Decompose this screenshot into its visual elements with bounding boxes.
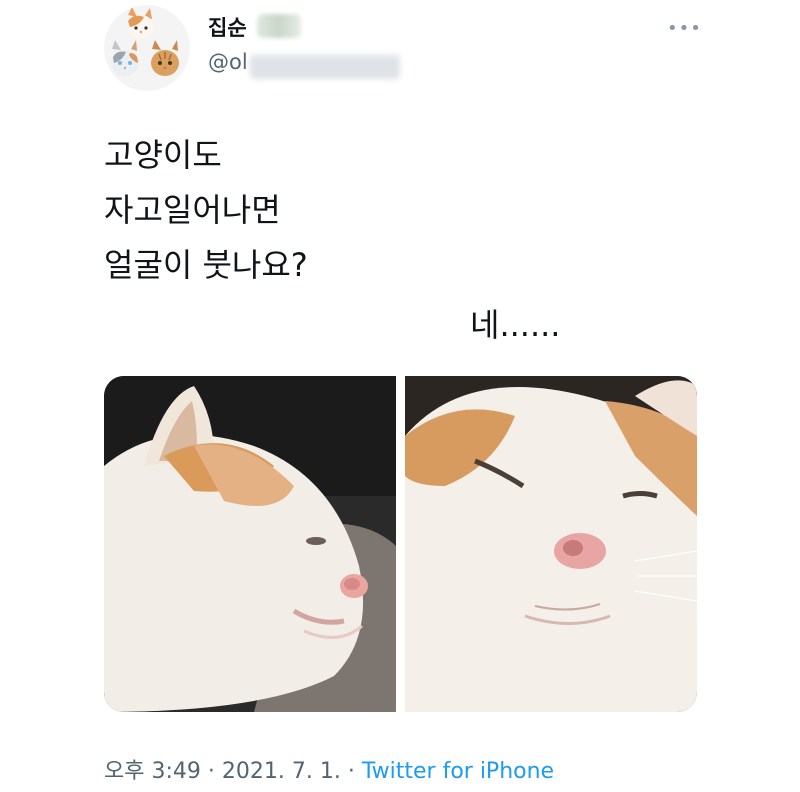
tweet-meta: 오후 3:49 · 2021. 7. 1. · Twitter for iPho… <box>104 753 554 785</box>
meta-separator: · <box>207 759 215 784</box>
meta-separator: · <box>347 759 355 784</box>
avatar[interactable] <box>104 5 190 91</box>
tweet-text-line: 얼굴이 붓나요? <box>104 246 308 284</box>
user-handle-redacted <box>250 55 400 79</box>
tweet-photo[interactable] <box>104 376 396 712</box>
more-horizontal-icon[interactable]: ••• <box>667 18 702 39</box>
media-grid <box>104 376 697 712</box>
tweet-text-line: 네...... <box>470 306 561 344</box>
display-name[interactable]: 집순 <box>208 12 247 42</box>
display-name-redacted <box>257 14 301 38</box>
tweet-text-line: 고양이도 <box>104 136 222 174</box>
tweet-date[interactable]: 2021. 7. 1. <box>222 759 341 784</box>
cat-avatar-icon <box>111 7 179 76</box>
user-handle[interactable]: @ol <box>208 50 248 74</box>
tweet-photo[interactable] <box>405 376 697 712</box>
tweet-time[interactable]: 오후 3:49 <box>104 759 201 784</box>
tweet-text-line: 자고일어나면 <box>104 191 281 229</box>
tweet-source-link[interactable]: Twitter for iPhone <box>362 759 554 784</box>
